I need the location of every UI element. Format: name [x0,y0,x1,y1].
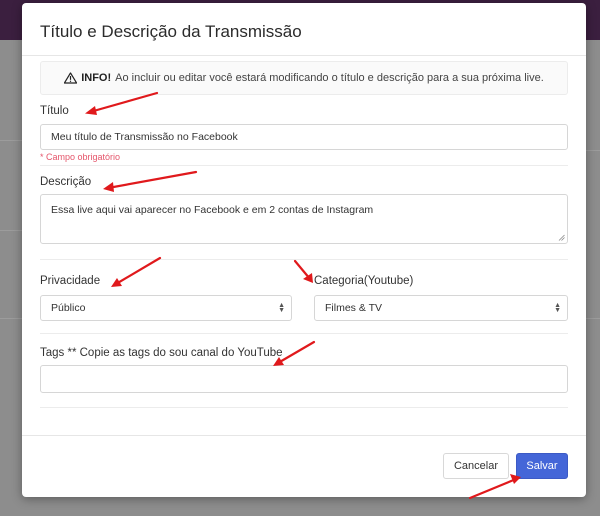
category-selected: Filmes & TV [325,302,382,314]
background-divider [586,318,600,319]
warning-icon [64,72,78,84]
modal-header: Título e Descrição da Transmissão [22,3,586,56]
tags-label: Tags ** Copie as tags do sou canal do Yo… [40,347,283,359]
info-strong: INFO! [81,72,112,84]
background-divider [0,140,22,141]
category-label: Categoria(Youtube) [314,275,414,287]
cancel-button[interactable]: Cancelar [443,453,509,479]
background-divider [0,230,22,231]
privacy-selected: Público [51,302,86,314]
field-divider [40,407,568,408]
description-label: Descrição [40,176,92,188]
resize-grip-icon[interactable] [558,234,565,241]
description-value: Essa live aqui vai aparecer no Facebook … [51,204,374,216]
background-divider [586,150,600,151]
field-divider [40,165,568,166]
description-textarea[interactable]: Essa live aqui vai aparecer no Facebook … [40,194,568,244]
info-text: Ao incluir ou editar você estará modific… [115,72,544,84]
select-updown-icon: ▲ ▼ [554,302,561,314]
background-divider [0,318,22,319]
transmission-modal: Título e Descrição da Transmissão INFO! … [22,3,586,497]
modal-title: Título e Descrição da Transmissão [40,22,302,41]
title-label: Título [40,105,69,117]
field-divider [40,333,568,334]
field-divider [40,259,568,260]
privacy-select[interactable]: Público ▲ ▼ [40,295,292,321]
info-alert: INFO! Ao incluir ou editar você estará m… [40,61,568,95]
required-hint: * Campo obrigatório [40,152,121,162]
save-button[interactable]: Salvar [516,453,568,479]
category-select[interactable]: Filmes & TV ▲ ▼ [314,295,568,321]
modal-footer-divider [22,435,586,436]
tags-input[interactable] [40,365,568,393]
privacy-label: Privacidade [40,275,101,287]
select-updown-icon: ▲ ▼ [278,302,285,314]
title-input[interactable]: Meu título de Transmissão no Facebook [40,124,568,150]
title-input-value: Meu título de Transmissão no Facebook [51,131,238,143]
